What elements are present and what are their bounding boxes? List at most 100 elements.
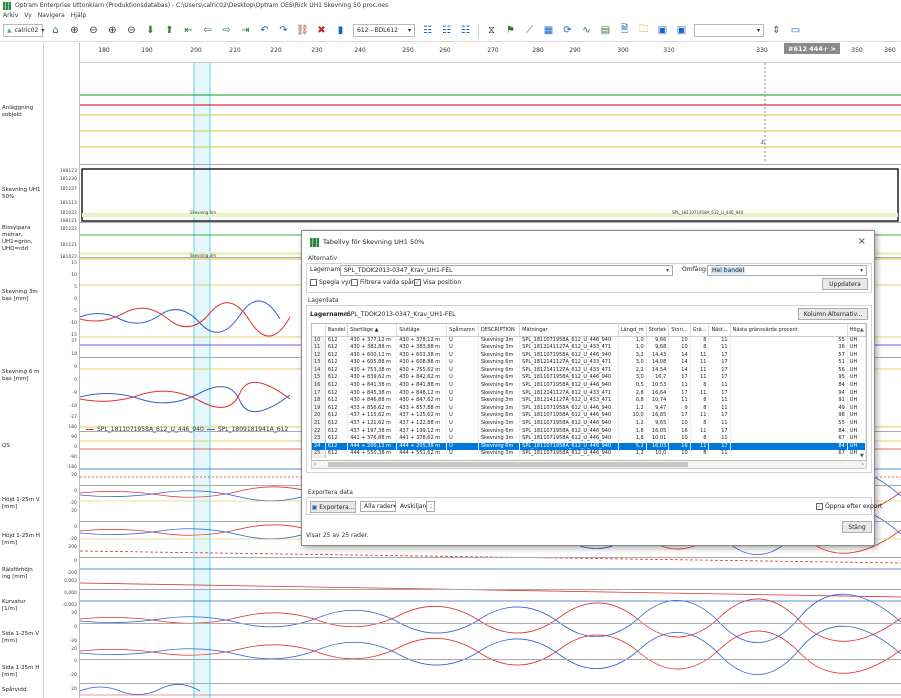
column-header[interactable]: Mätningar xyxy=(519,324,619,337)
scroll-down-icon[interactable]: ▼ xyxy=(860,453,864,459)
table-row[interactable]: 18 612 430 + 846,88 m 430 + 847,62 m U Skevni… xyxy=(312,397,866,405)
zoom-reset-icon[interactable]: ⊖ xyxy=(125,24,138,37)
menu-hjalp[interactable]: Hjälp xyxy=(71,12,86,19)
jump-start-icon[interactable]: ⇤ xyxy=(182,24,195,37)
lagernamn-select[interactable]: SPL_TDOK2013-0347_Krav_UH1-FEL ▾ xyxy=(340,265,673,276)
table-row[interactable]: 23 612 441 + 376,88 m 441 + 378,62 m U Skevni… xyxy=(312,435,866,443)
wave-icon[interactable]: ∿ xyxy=(580,24,593,37)
scrollbar-thumb[interactable] xyxy=(328,462,688,467)
table-cell: 10,0 xyxy=(618,412,647,421)
spin-icon[interactable]: ⇕ xyxy=(770,24,783,37)
column-header[interactable]: Nästa gränsvärde procent xyxy=(730,324,848,337)
table-row[interactable]: 15 612 430 + 839,62 m 430 + 842,62 m U Skevni… xyxy=(312,374,866,383)
column-header[interactable] xyxy=(312,324,326,337)
scroll-left-icon[interactable]: ‹ xyxy=(314,461,316,468)
menu-vy[interactable]: Vy xyxy=(24,12,32,19)
calendar-icon[interactable]: ▭ xyxy=(789,24,802,37)
folder-icon[interactable]: 🗀 xyxy=(637,24,650,37)
arrow-down-icon[interactable]: ⬇ xyxy=(144,24,157,37)
zoom-extent-icon[interactable]: ⊕ xyxy=(106,24,119,37)
table-row[interactable]: 16 612 430 + 841,38 m 430 + 841,88 m U Skevni… xyxy=(312,382,866,390)
horizontal-scrollbar[interactable]: ‹ › xyxy=(311,461,867,469)
kolumn-alternativ-button[interactable]: Kolumn Alternativ... xyxy=(798,308,868,320)
uppdatera-button[interactable]: Uppdatera xyxy=(822,278,868,290)
column-header[interactable]: Startläge ▲ xyxy=(347,324,398,337)
stang-button[interactable]: Stäng xyxy=(842,521,872,533)
menu-arkiv[interactable]: Arkiv xyxy=(3,12,18,19)
column-header[interactable]: Bandel xyxy=(325,324,349,337)
column-header[interactable]: Längd_m xyxy=(618,324,647,337)
undo-icon[interactable]: ↶ xyxy=(258,24,271,37)
table-row[interactable]: 17 612 430 + 845,38 m 430 + 848,12 m U Skevni… xyxy=(312,389,866,398)
avskiljare-input[interactable]: ; xyxy=(426,501,435,512)
table-row[interactable]: 13 612 430 + 605,88 m 430 + 608,88 m U Skevni… xyxy=(312,359,866,367)
table-row[interactable]: 25 612 444 + 550,38 m 444 + 551,62 m U Skevni… xyxy=(312,450,866,458)
table-cell: UH xyxy=(847,366,866,375)
column-header[interactable]: Näst... xyxy=(708,324,731,337)
table-row[interactable]: 12 612 430 + 600,12 m 430 + 603,38 m U Skevni… xyxy=(312,351,866,360)
table-cell: UH xyxy=(847,397,866,405)
position-field[interactable]: ▾ xyxy=(694,24,764,37)
table-row[interactable]: 22 612 437 + 197,38 m 437 + 199,12 m U Skevni… xyxy=(312,427,866,436)
visa-position-checkbox[interactable]: ✓ Visa position xyxy=(414,279,461,286)
table-cell: Skevning 6m xyxy=(478,412,521,421)
chart-icon[interactable]: ▤ xyxy=(599,24,612,37)
scroll-up-icon[interactable]: ▲ xyxy=(860,327,864,333)
marker-icon[interactable]: ⚑ xyxy=(504,24,517,37)
chevron-down-icon: ▾ xyxy=(41,27,45,34)
document-icon[interactable]: 🗎 xyxy=(618,24,631,37)
column-header[interactable]: Spårnamn xyxy=(446,324,479,337)
table-row[interactable]: 21 612 437 + 121,62 m 437 + 122,88 m U Skevni… xyxy=(312,420,866,428)
exportera-button[interactable]: ▣ Exportera... xyxy=(310,501,356,513)
clear-icon[interactable]: ✖ xyxy=(315,24,328,37)
table-row[interactable]: 24 612 444 + 200,12 m 444 + 205,38 m U Skevni… xyxy=(312,442,866,451)
table-cell: U xyxy=(446,359,479,367)
jump-end-icon[interactable]: ⇥ xyxy=(239,24,252,37)
zoom-out-icon[interactable]: ⊖ xyxy=(87,24,100,37)
layers-icon[interactable]: ☷ xyxy=(421,24,434,37)
table-row[interactable]: 14 612 430 + 753,38 m 430 + 755,62 m U Skevni… xyxy=(312,366,866,375)
home-icon[interactable]: ⌂ xyxy=(49,24,62,37)
arrow-up-icon[interactable]: ⬆ xyxy=(163,24,176,37)
menu-navigera[interactable]: Navigera xyxy=(38,12,65,19)
refresh-icon[interactable]: ⟳ xyxy=(561,24,574,37)
table-row[interactable]: 11 612 430 + 382,88 m 430 + 383,88 m U Skevni… xyxy=(312,344,866,352)
zoom-in-icon[interactable]: ⊕ xyxy=(68,24,81,37)
filtrera-checkbox[interactable]: Filtrera valda spår xyxy=(351,279,414,286)
table-row[interactable]: 20 612 437 + 115,62 m 437 + 125,62 m U Skevni… xyxy=(312,412,866,421)
data-table[interactable]: Bandel Startläge ▲ Slutläge Spårnamn DESCRIP… xyxy=(311,323,867,461)
table-row[interactable]: 10 612 430 + 377,12 m 430 + 378,12 m U Skevni… xyxy=(312,336,866,345)
position-ruler[interactable]: 180 190 200 210 220 230 240 250 260 270 … xyxy=(80,43,901,63)
user-select[interactable]: ▲ calric02 ▾ xyxy=(3,24,45,37)
filter-icon[interactable]: ⧖ xyxy=(485,24,498,37)
table-cell: 16 xyxy=(668,427,691,436)
track-icon: ▮ xyxy=(337,25,344,36)
save-as-icon[interactable]: ▣ xyxy=(675,24,688,37)
column-header[interactable]: DESCRIPTION xyxy=(478,324,521,337)
row-number: 20 xyxy=(312,412,326,421)
spegla-vyn-checkbox[interactable]: Spegla vyn xyxy=(310,279,352,286)
column-header[interactable]: Storlek xyxy=(646,324,670,337)
axis-value: 181227 xyxy=(59,187,77,192)
column-header[interactable]: Slutläge xyxy=(396,324,448,337)
redo-icon[interactable]: ↷ xyxy=(277,24,290,37)
layers-add-icon[interactable]: ☷ xyxy=(440,24,453,37)
scroll-right-icon[interactable]: › xyxy=(862,461,864,468)
track-select[interactable]: 612 - BDL612 ▾ xyxy=(353,24,415,37)
arrow-right-icon[interactable]: ⇨ xyxy=(220,24,233,37)
table-cell: U xyxy=(446,389,479,398)
table-icon[interactable]: ▦ xyxy=(542,24,555,37)
omfang-select[interactable]: Hel bandel ▾ xyxy=(707,265,867,276)
table-row[interactable]: 19 612 433 + 856,62 m 433 + 857,88 m U Skevni… xyxy=(312,404,866,413)
layers-remove-icon[interactable]: ☷ xyxy=(459,24,472,37)
column-header[interactable]: Grä... xyxy=(690,324,710,337)
save-icon[interactable]: ▣ xyxy=(656,24,669,37)
alla-rader-select[interactable]: Alla rader ▾ xyxy=(360,501,396,512)
column-header[interactable]: Stori... xyxy=(668,324,691,337)
arrow-left-icon[interactable]: ⇦ xyxy=(201,24,214,37)
close-icon[interactable]: × xyxy=(858,236,866,247)
graph-icon[interactable]: ⟋ xyxy=(523,24,536,37)
table-cell: 612 xyxy=(325,382,349,390)
link-icon[interactable]: ⛓ xyxy=(296,24,309,37)
oppna-efter-export-checkbox[interactable]: ✓ Öppna efter export xyxy=(816,503,882,510)
